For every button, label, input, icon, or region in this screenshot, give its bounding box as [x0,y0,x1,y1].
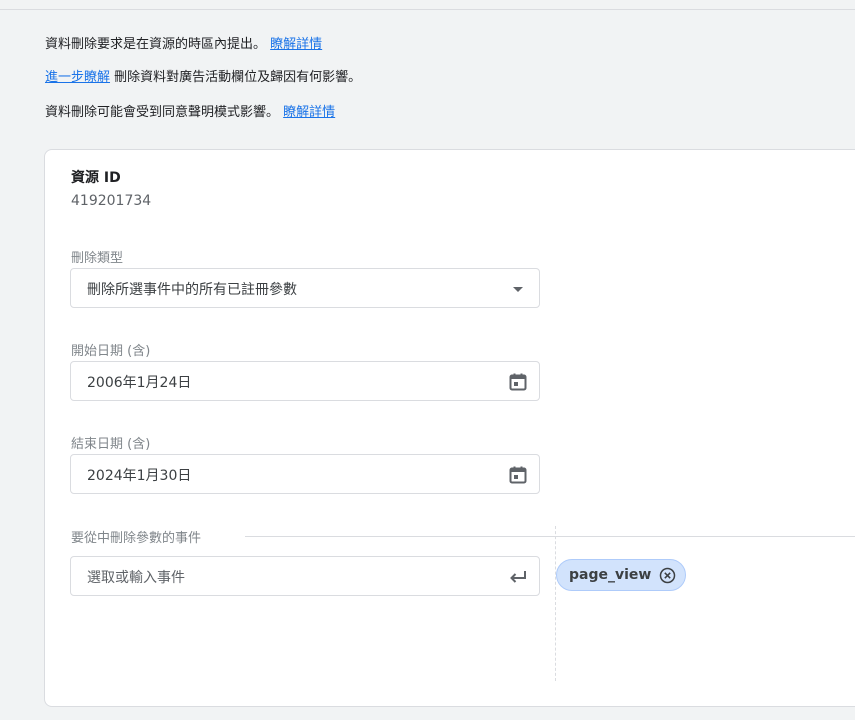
end-date-value: 2024年1月30日 [87,468,192,484]
start-date-label: 開始日期 (含) [71,344,151,359]
event-input-placeholder: 選取或輸入事件 [87,570,185,586]
learn-more-link-attribution[interactable]: 進一步瞭解 [45,70,110,85]
end-date-label: 結束日期 (含) [71,437,151,452]
learn-more-link-consent[interactable]: 瞭解詳情 [283,105,335,120]
event-chip-label: page_view [569,567,652,583]
calendar-icon[interactable] [507,371,529,393]
deletion-type-label: 刪除類型 [71,251,124,266]
start-date-value: 2006年1月24日 [87,375,192,391]
event-chip[interactable]: page_view [556,559,687,591]
notice-timezone: 資料刪除要求是在資源的時區內提出。 瞭解詳情 [45,36,322,54]
event-search-input[interactable]: 選取或輸入事件 [70,556,540,596]
end-date-field[interactable]: 2024年1月30日 [70,454,540,494]
deletion-type-value: 刪除所選事件中的所有已註冊參數 [87,282,297,298]
property-id-value: 419201734 [71,193,152,209]
top-divider [0,9,855,10]
property-id-label: 資源 ID [71,170,121,186]
notice-timezone-text: 資料刪除要求是在資源的時區內提出。 [45,37,267,52]
deletion-request-card: 資源 ID 419201734 刪除類型 刪除所選事件中的所有已註冊參數 開始日… [44,149,855,707]
enter-icon[interactable] [507,566,529,588]
start-date-field[interactable]: 2006年1月24日 [70,361,540,401]
deletion-type-select[interactable]: 刪除所選事件中的所有已註冊參數 [70,268,540,308]
notice-attribution-text: 刪除資料對廣告活動欄位及歸因有何影響。 [114,70,362,85]
section-divider [245,536,855,537]
events-section-title: 要從中刪除參數的事件 [71,527,212,546]
remove-chip-icon[interactable] [659,567,676,584]
events-divider [555,526,556,681]
dropdown-arrow-icon [507,278,529,300]
learn-more-link-timezone[interactable]: 瞭解詳情 [270,37,322,52]
notice-consent: 資料刪除可能會受到同意聲明模式影響。 瞭解詳情 [45,104,335,122]
notice-consent-text: 資料刪除可能會受到同意聲明模式影響。 [45,105,280,120]
calendar-icon[interactable] [507,464,529,486]
notice-attribution: 進一步瞭解 刪除資料對廣告活動欄位及歸因有何影響。 [45,69,361,87]
